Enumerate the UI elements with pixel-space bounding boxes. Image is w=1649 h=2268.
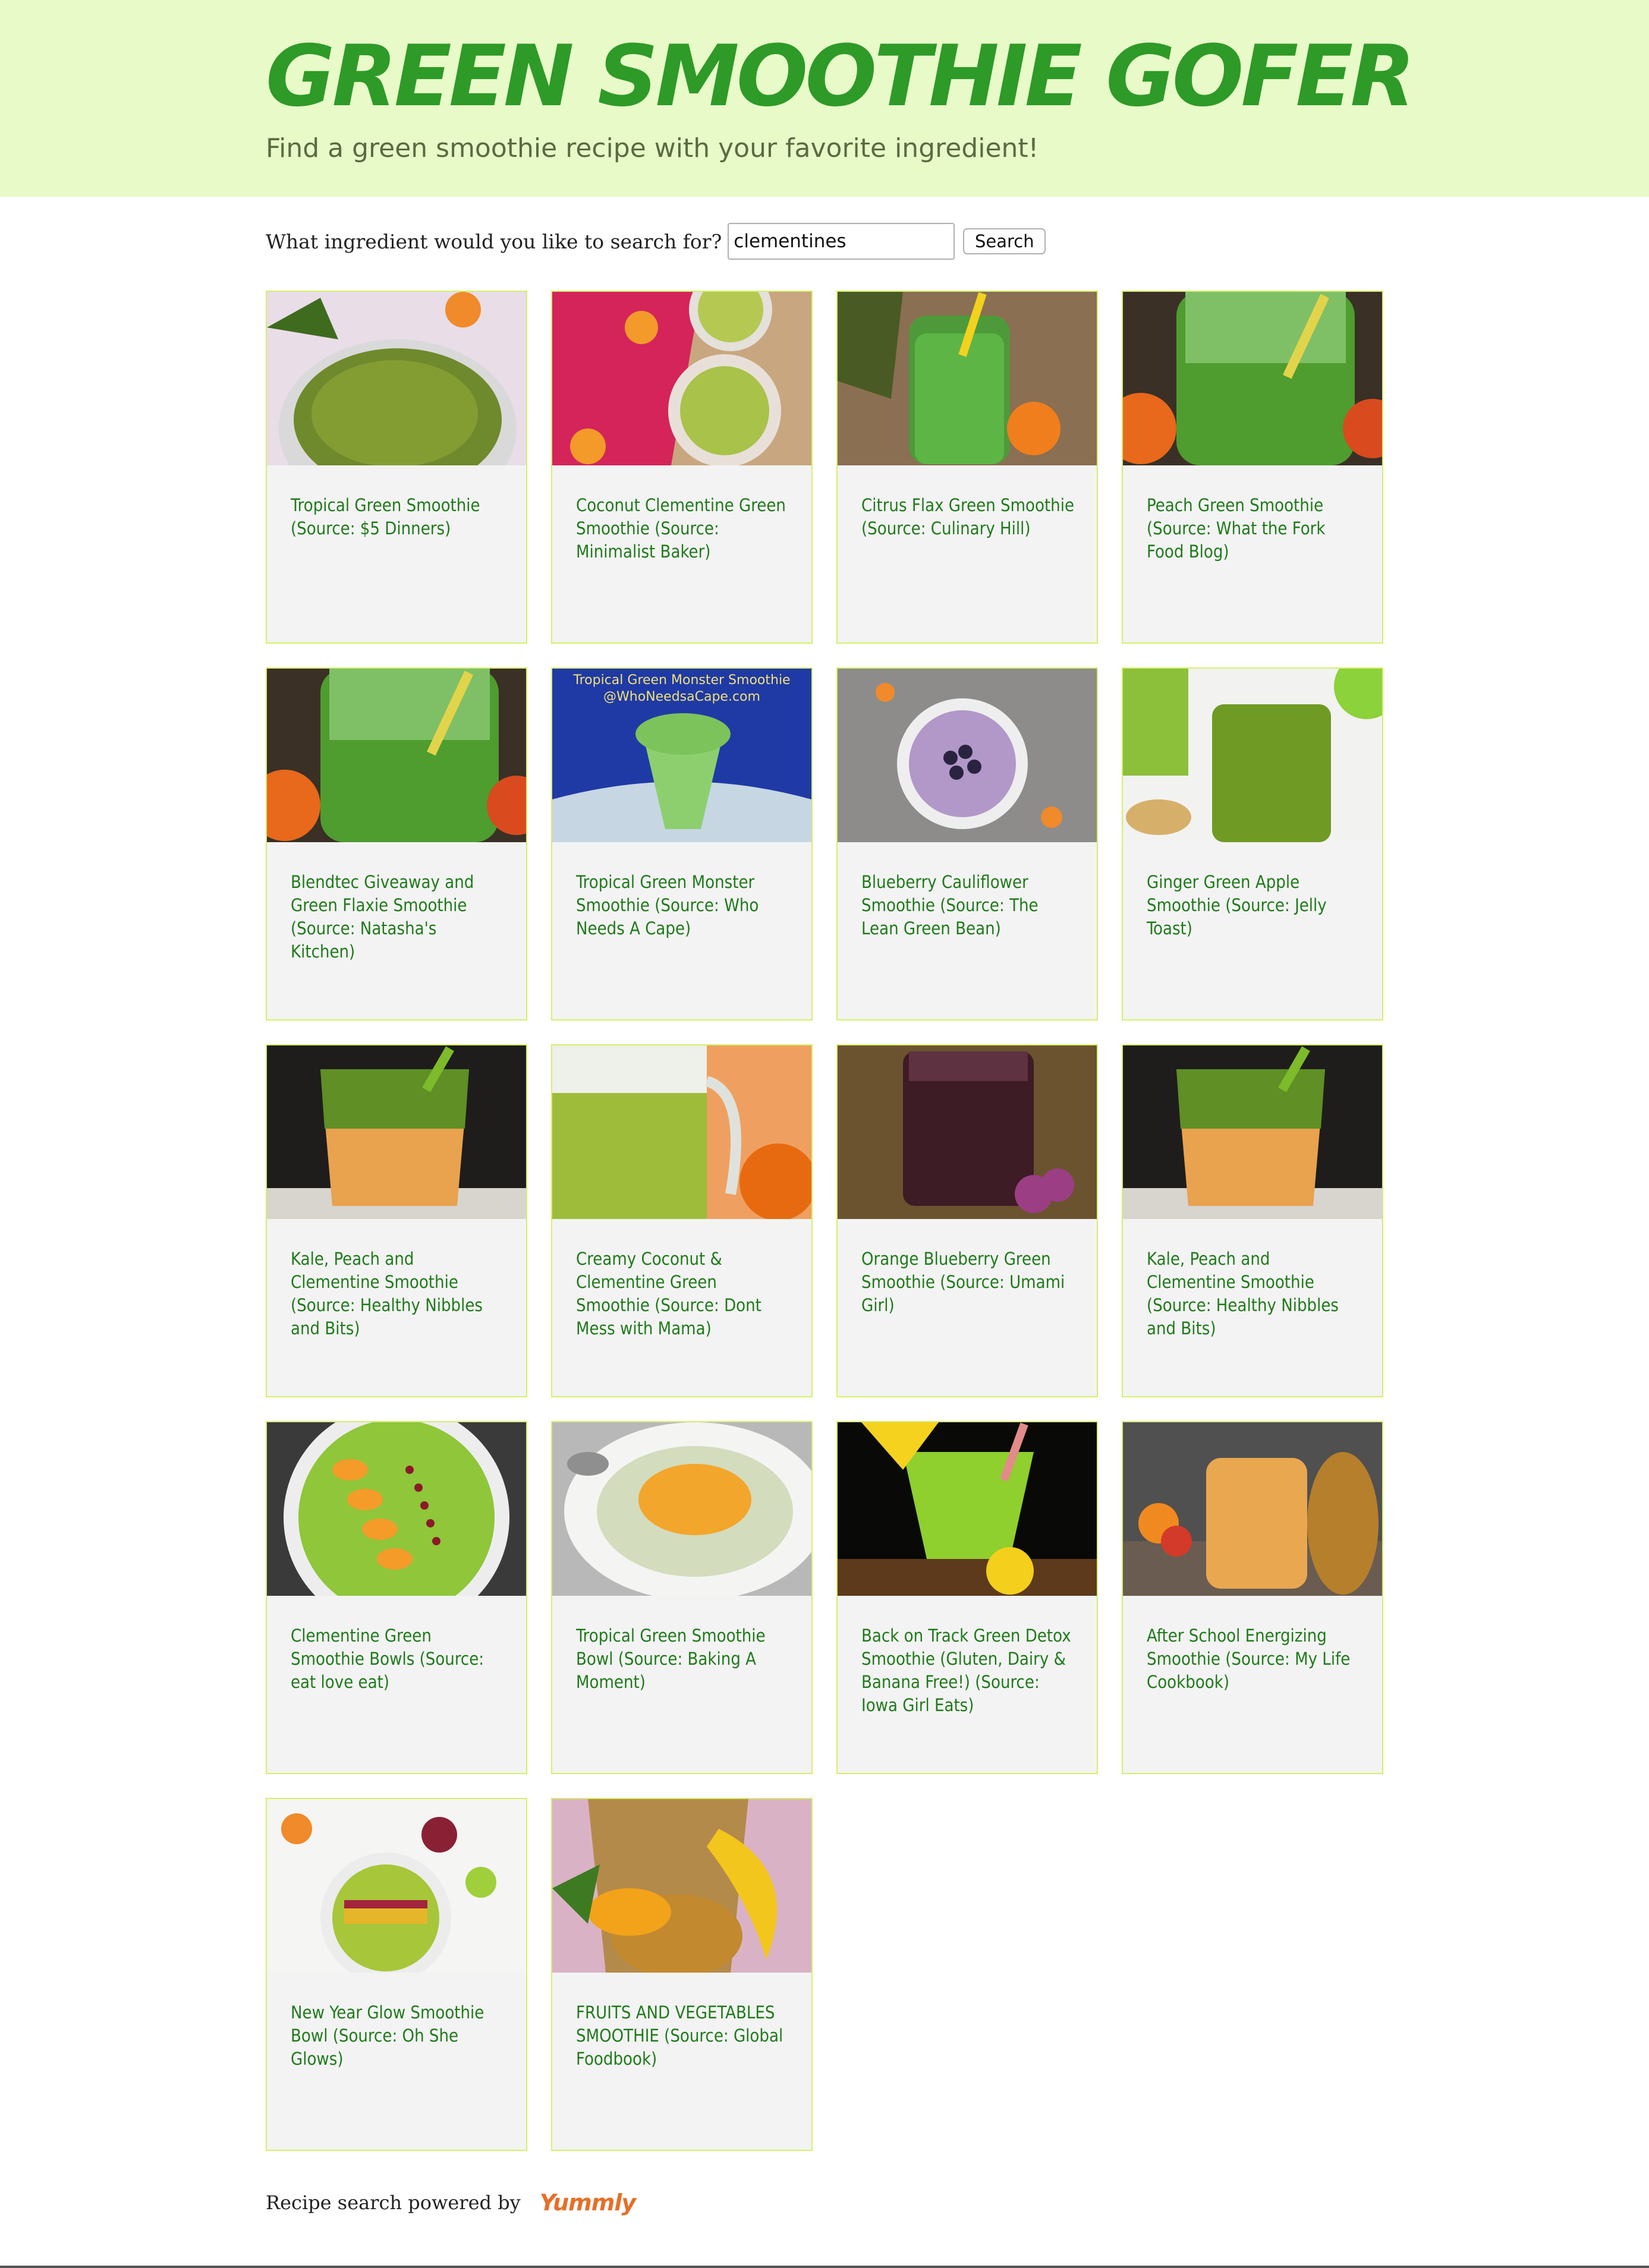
recipe-title-link[interactable]: Kale, Peach and Clementine Smoothie (Sou… bbox=[1147, 1248, 1361, 1340]
recipe-card[interactable]: Peach Green Smoothie (Source: What the F… bbox=[1122, 291, 1383, 644]
search-label: What ingredient would you like to search… bbox=[266, 229, 722, 253]
recipe-card[interactable]: Tropical Green Smoothie Bowl (Source: Ba… bbox=[551, 1421, 813, 1774]
layered-smoothie-image[interactable] bbox=[1123, 1045, 1382, 1219]
recipe-title-link[interactable]: Blueberry Cauliflower Smoothie (Source: … bbox=[861, 871, 1075, 940]
recipe-card[interactable]: New Year Glow Smoothie Bowl (Source: Oh … bbox=[266, 1798, 527, 2151]
recipe-title-link[interactable]: New Year Glow Smoothie Bowl (Source: Oh … bbox=[291, 2001, 505, 2071]
orange-smoothie-jar-image[interactable] bbox=[1123, 1422, 1382, 1596]
glow-smoothie-bowl-image[interactable] bbox=[267, 1799, 526, 1973]
search-input[interactable] bbox=[728, 223, 955, 260]
smoothie-bowl-clementines-image[interactable] bbox=[267, 1422, 526, 1596]
image-overlay-title: Tropical Green Monster Smoothie bbox=[572, 673, 790, 688]
ginger-apple-smoothie-image[interactable] bbox=[1123, 669, 1382, 842]
search-button[interactable]: Search bbox=[963, 228, 1046, 254]
recipe-grid: Tropical Green Smoothie (Source: $5 Dinn… bbox=[266, 291, 1383, 2151]
recipe-title-link[interactable]: Coconut Clementine Green Smoothie (Sourc… bbox=[576, 494, 790, 563]
recipe-card[interactable]: Kale, Peach and Clementine Smoothie (Sou… bbox=[266, 1044, 527, 1397]
layered-smoothie-image[interactable] bbox=[267, 1045, 526, 1219]
recipe-title-link[interactable]: Peach Green Smoothie (Source: What the F… bbox=[1147, 494, 1361, 563]
blueberry-smoothie-image[interactable] bbox=[838, 669, 1097, 842]
page-title: Green Smoothie Gofer bbox=[266, 27, 1415, 125]
footer-text: Recipe search powered by bbox=[266, 2191, 521, 2214]
recipe-card[interactable]: Orange Blueberry Green Smoothie (Source:… bbox=[836, 1044, 1098, 1397]
creamy-smoothie-mug-image[interactable] bbox=[552, 1045, 811, 1219]
recipe-title-link[interactable]: Blendtec Giveaway and Green Flaxie Smoot… bbox=[291, 871, 505, 963]
recipe-card[interactable]: Coconut Clementine Green Smoothie (Sourc… bbox=[551, 291, 813, 644]
bottom-divider bbox=[0, 2266, 1649, 2268]
recipe-card[interactable]: Back on Track Green Detox Smoothie (Glut… bbox=[836, 1421, 1098, 1774]
recipe-title-link[interactable]: Creamy Coconut & Clementine Green Smooth… bbox=[576, 1248, 790, 1340]
recipe-title-link[interactable]: Clementine Green Smoothie Bowls (Source:… bbox=[291, 1624, 505, 1694]
recipe-title-link[interactable]: FRUITS AND VEGETABLES SMOOTHIE (Source: … bbox=[576, 2001, 790, 2071]
recipe-card[interactable]: Creamy Coconut & Clementine Green Smooth… bbox=[551, 1044, 813, 1397]
recipe-card[interactable]: Tropical Green Smoothie (Source: $5 Dinn… bbox=[266, 291, 527, 644]
green-smoothie-glass-image[interactable] bbox=[267, 669, 526, 842]
green-smoothie-with-clementines-image[interactable] bbox=[552, 292, 811, 465]
green-detox-smoothie-image[interactable] bbox=[838, 1422, 1097, 1596]
recipe-card[interactable]: Kale, Peach and Clementine Smoothie (Sou… bbox=[1122, 1044, 1383, 1397]
recipe-title-link[interactable]: Citrus Flax Green Smoothie (Source: Culi… bbox=[861, 494, 1075, 540]
page-subtitle: Find a green smoothie recipe with your f… bbox=[266, 133, 1039, 163]
recipe-card[interactable]: Clementine Green Smoothie Bowls (Source:… bbox=[266, 1421, 527, 1774]
yummly-logo[interactable]: Yummly bbox=[540, 2190, 636, 2216]
recipe-card[interactable]: After School Energizing Smoothie (Source… bbox=[1122, 1421, 1383, 1774]
recipe-title-link[interactable]: Tropical Green Smoothie Bowl (Source: Ba… bbox=[576, 1624, 790, 1694]
footer: Recipe search powered by Yummly bbox=[266, 2190, 636, 2216]
green-smoothie-jar-image[interactable] bbox=[838, 292, 1097, 465]
image-overlay-url: @WhoNeedsaCape.com bbox=[603, 689, 760, 704]
recipe-card[interactable]: Citrus Flax Green Smoothie (Source: Culi… bbox=[836, 291, 1098, 644]
fruit-vegetable-smoothie-image[interactable] bbox=[552, 1799, 811, 1973]
recipe-title-link[interactable]: Tropical Green Monster Smoothie (Source:… bbox=[576, 871, 790, 940]
green-monster-smoothie-image[interactable]: Tropical Green Monster Smoothie @WhoNeeds… bbox=[552, 669, 811, 842]
recipe-card[interactable]: Ginger Green Apple Smoothie (Source: Jel… bbox=[1122, 667, 1383, 1020]
green-smoothie-glass-image[interactable] bbox=[1123, 292, 1382, 465]
recipe-title-link[interactable]: Back on Track Green Detox Smoothie (Glut… bbox=[861, 1624, 1075, 1717]
purple-smoothie-image[interactable] bbox=[838, 1045, 1097, 1219]
recipe-title-link[interactable]: Tropical Green Smoothie (Source: $5 Dinn… bbox=[291, 494, 505, 540]
green-smoothie-bowl-image[interactable] bbox=[267, 292, 526, 465]
search-form: What ingredient would you like to search… bbox=[266, 223, 1046, 260]
recipe-title-link[interactable]: Ginger Green Apple Smoothie (Source: Jel… bbox=[1147, 871, 1361, 940]
recipe-card[interactable]: Tropical Green Monster Smoothie @WhoNeeds… bbox=[551, 667, 813, 1020]
recipe-title-link[interactable]: Orange Blueberry Green Smoothie (Source:… bbox=[861, 1248, 1075, 1317]
recipe-title-link[interactable]: After School Energizing Smoothie (Source… bbox=[1147, 1624, 1361, 1694]
recipe-card[interactable]: Blueberry Cauliflower Smoothie (Source: … bbox=[836, 667, 1098, 1020]
recipe-title-link[interactable]: Kale, Peach and Clementine Smoothie (Sou… bbox=[291, 1248, 505, 1340]
page-header: Green Smoothie Gofer Find a green smooth… bbox=[0, 0, 1649, 197]
recipe-card[interactable]: FRUITS AND VEGETABLES SMOOTHIE (Source: … bbox=[551, 1798, 813, 2151]
recipe-card[interactable]: Blendtec Giveaway and Green Flaxie Smoot… bbox=[266, 667, 527, 1020]
smoothie-bowl-plate-image[interactable] bbox=[552, 1422, 811, 1596]
